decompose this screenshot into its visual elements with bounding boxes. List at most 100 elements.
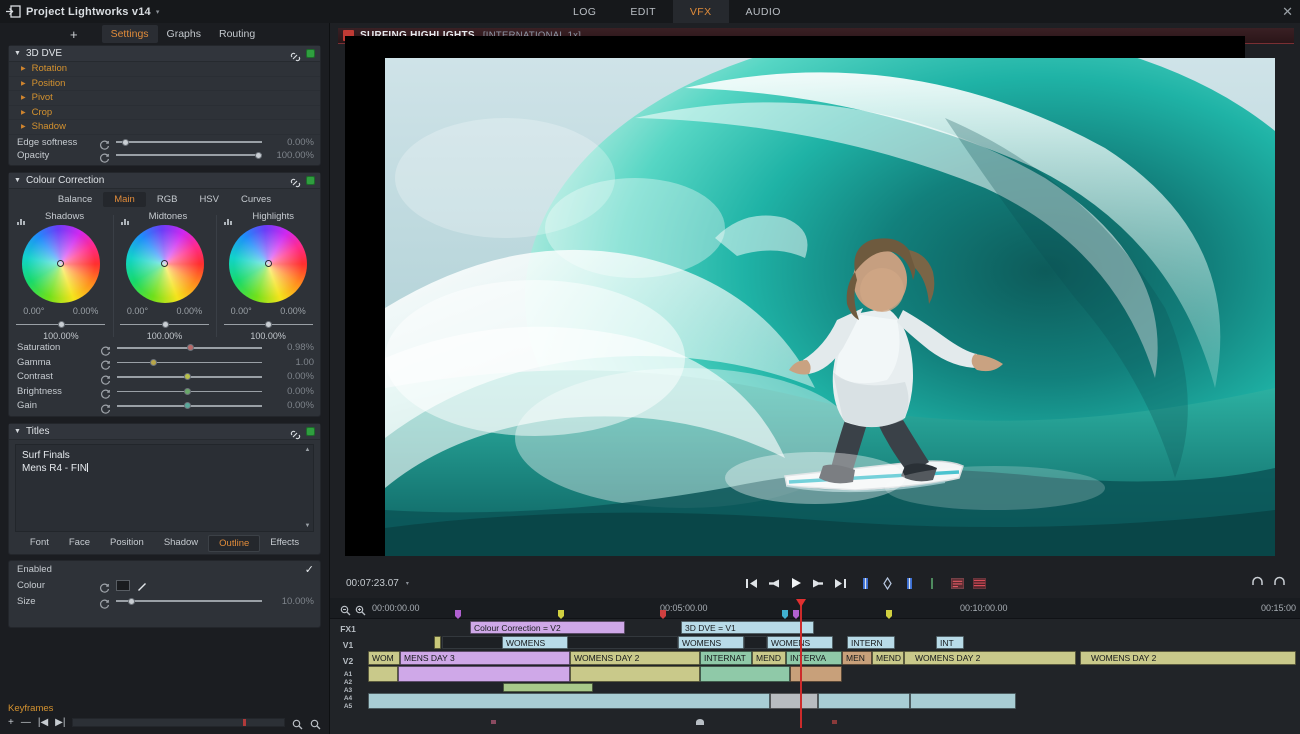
midtones-colour-wheel[interactable] xyxy=(125,224,204,303)
reset-icon[interactable] xyxy=(101,401,111,414)
clip-v2-womens-day-2-c[interactable]: WOMENS DAY 2 xyxy=(1080,651,1296,665)
subitem-pivot[interactable]: ▶ Pivot xyxy=(9,91,320,106)
brightness-track[interactable] xyxy=(117,386,262,396)
clip-v2-men[interactable]: MEN xyxy=(842,651,872,665)
wheel-handle[interactable] xyxy=(264,260,272,267)
tab-settings[interactable]: Settings xyxy=(101,25,158,43)
skip-end-icon[interactable] xyxy=(833,577,846,590)
saturation-track[interactable] xyxy=(117,343,262,353)
gamma-track[interactable] xyxy=(117,357,262,367)
title-tab-shadow[interactable]: Shadow xyxy=(154,535,208,552)
histogram-icon[interactable] xyxy=(17,212,27,225)
eyedropper-icon[interactable] xyxy=(135,580,147,591)
clip-v1-intern[interactable]: INTERN xyxy=(847,636,895,649)
clip-v2-mens-day-3[interactable]: MENS DAY 3 xyxy=(400,651,570,665)
keyframe-marker[interactable] xyxy=(243,719,246,726)
reset-icon[interactable] xyxy=(101,343,111,356)
clip-3d-dve[interactable]: 3D DVE = V1 xyxy=(681,621,814,634)
shadows-level-slider[interactable] xyxy=(16,320,106,330)
module-header[interactable]: ▼ 3D DVE xyxy=(9,46,320,62)
clip-a1-b[interactable] xyxy=(398,666,570,682)
reset-icon[interactable] xyxy=(100,150,110,163)
module-header[interactable]: ▼ Titles xyxy=(9,424,320,440)
subitem-rotation[interactable]: ▶ Rotation xyxy=(9,62,320,77)
reset-icon[interactable] xyxy=(101,357,111,370)
title-tab-effects[interactable]: Effects xyxy=(260,535,309,552)
step-back-icon[interactable] xyxy=(767,577,780,590)
clip-v2-interva[interactable]: INTERVA xyxy=(786,651,842,665)
slider-knob[interactable] xyxy=(161,321,169,328)
keyframe-track[interactable] xyxy=(72,718,285,727)
timeline-ruler[interactable]: 00:00:00.00 00:10:00.00 00:05:00.00 00:1… xyxy=(330,598,1300,728)
track-label-a4[interactable]: A4 xyxy=(330,695,366,702)
enable-toggle[interactable] xyxy=(306,427,315,436)
clip-a1-a[interactable] xyxy=(368,666,398,682)
delete-icon[interactable] xyxy=(973,577,986,590)
clip-a1-c[interactable] xyxy=(570,666,700,682)
slider-knob[interactable] xyxy=(183,402,191,410)
slider-knob[interactable] xyxy=(121,138,129,146)
tab-routing[interactable]: Routing xyxy=(210,25,264,43)
video-frame[interactable] xyxy=(385,58,1275,556)
collapse-arrow-icon[interactable]: ▼ xyxy=(14,428,21,435)
track-label-v2[interactable]: V2 xyxy=(330,656,366,666)
track-label-v1[interactable]: V1 xyxy=(330,640,366,650)
highlights-colour-wheel[interactable] xyxy=(229,224,308,303)
timeline-marker[interactable] xyxy=(886,606,892,619)
slider-knob[interactable] xyxy=(127,597,135,605)
contrast-track[interactable] xyxy=(117,372,262,382)
cc-tab-curves[interactable]: Curves xyxy=(230,192,282,207)
slider-knob[interactable] xyxy=(150,358,158,366)
add-keyframe-button[interactable]: + xyxy=(8,717,14,728)
reset-icon[interactable] xyxy=(101,386,111,399)
gain-track[interactable] xyxy=(117,401,262,411)
headphone-right-icon[interactable] xyxy=(1273,574,1286,592)
midtones-level-slider[interactable] xyxy=(119,320,210,330)
bottom-marker[interactable] xyxy=(696,719,704,725)
edge-softness-slider[interactable] xyxy=(116,137,262,147)
highlights-level-slider[interactable] xyxy=(223,320,313,330)
timeline-zoom-in-icon[interactable] xyxy=(355,603,366,616)
clip-a4-c[interactable] xyxy=(818,693,910,709)
reset-icon[interactable] xyxy=(100,596,110,609)
reset-icon[interactable] xyxy=(100,580,110,593)
subitem-crop[interactable]: ▶ Crop xyxy=(9,106,320,120)
clip-v2-womens-day-2-b[interactable]: WOMENS DAY 2 xyxy=(904,651,1076,665)
tab-audio[interactable]: AUDIO xyxy=(729,0,798,23)
track-label-a1[interactable]: A1 xyxy=(330,671,366,678)
mark-out-icon[interactable] xyxy=(903,577,916,590)
slider-knob[interactable] xyxy=(58,321,66,328)
clip-a4-a[interactable] xyxy=(368,693,770,709)
clip-v1-womens-2[interactable]: WOMENS xyxy=(678,636,744,649)
chevron-down-icon[interactable]: ▾ xyxy=(406,580,409,587)
clip-v1-womens-1[interactable]: WOMENS xyxy=(502,636,568,649)
enable-toggle[interactable] xyxy=(306,175,315,185)
title-text-input[interactable]: Surf Finals Mens R4 - FIN ▲ ▼ xyxy=(15,444,314,532)
remove-keyframe-button[interactable]: — xyxy=(21,717,31,728)
title-tab-outline[interactable]: Outline xyxy=(208,535,261,552)
enter-arrow-icon[interactable] xyxy=(0,0,26,23)
timeline-marker[interactable] xyxy=(455,606,461,619)
shadows-colour-wheel[interactable] xyxy=(21,224,100,303)
clip-a1-d[interactable] xyxy=(700,666,790,682)
subitem-shadow[interactable]: ▶ Shadow xyxy=(9,120,320,135)
clip-v1-a[interactable] xyxy=(434,636,441,649)
link-icon[interactable] xyxy=(290,175,301,188)
bottom-marker[interactable] xyxy=(832,720,837,724)
reset-icon[interactable] xyxy=(101,372,111,385)
title-tab-position[interactable]: Position xyxy=(100,535,154,552)
skip-start-icon[interactable] xyxy=(745,577,758,590)
enabled-checkbox[interactable]: ✓ xyxy=(305,563,314,576)
track-label-a5[interactable]: A5 xyxy=(330,703,366,710)
track-label-fx1[interactable]: FX1 xyxy=(330,624,366,634)
tab-log[interactable]: LOG xyxy=(556,0,613,23)
size-slider[interactable] xyxy=(116,596,262,606)
timecode-display[interactable]: 00:07:23.07 xyxy=(346,578,399,589)
scroll-down-icon[interactable]: ▼ xyxy=(304,523,311,529)
opacity-slider[interactable] xyxy=(116,150,262,160)
cc-tab-balance[interactable]: Balance xyxy=(47,192,103,207)
title-tab-font[interactable]: Font xyxy=(20,535,59,552)
title-scrollbar[interactable]: ▲ ▼ xyxy=(304,447,311,529)
colour-swatch[interactable] xyxy=(116,579,130,591)
reset-icon[interactable] xyxy=(100,137,110,150)
